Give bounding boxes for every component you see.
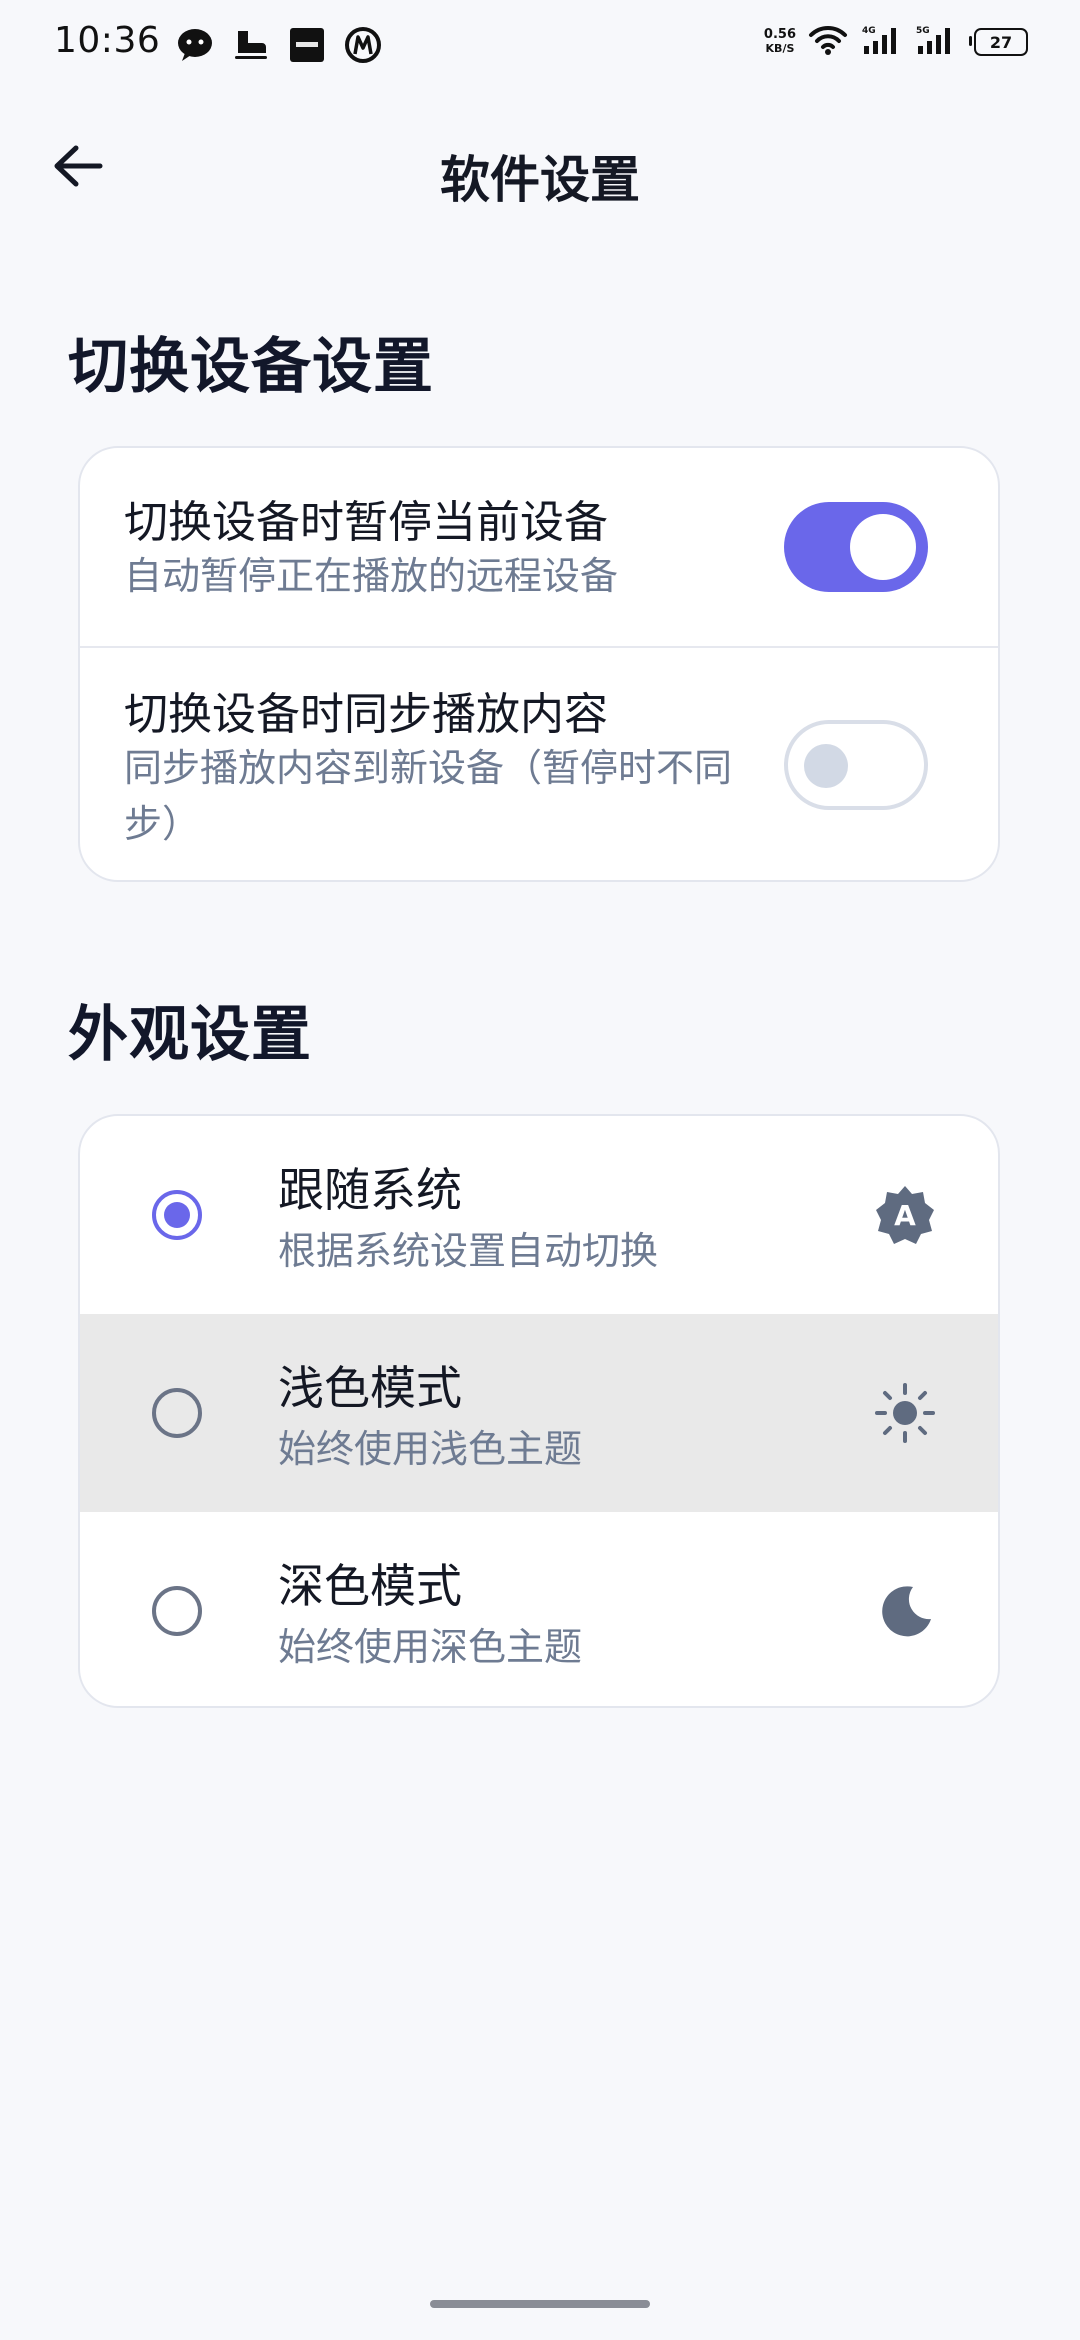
xiaohongshu-icon [288,26,326,64]
theme-option-dark[interactable]: 深色模式 始终使用深色主题 [80,1512,998,1706]
sync-on-switch-toggle[interactable] [784,720,928,810]
signal-5g-icon: 5G [914,24,956,60]
theme-option-desc: 根据系统设置自动切换 [278,1229,659,1273]
pause-on-switch-title: 切换设备时暂停当前设备 [124,497,608,548]
theme-option-light[interactable]: 浅色模式 始终使用浅色主题 [80,1314,998,1512]
svg-text:5G: 5G [916,26,930,36]
battery-indicator: 27 [969,28,1028,56]
signal-4g-icon: 4G [860,24,902,60]
toggle-knob [804,744,848,788]
skate-icon [232,26,270,64]
theme-option-title: 深色模式 [278,1559,462,1613]
device-section-title: 切换设备设置 [68,332,434,402]
svg-text:A: A [894,1199,916,1232]
network-speed: 0.56 KB/S [764,28,796,56]
moon-icon [872,1578,938,1644]
home-indicator[interactable] [430,2300,650,2308]
pause-on-switch-desc: 自动暂停正在播放的远程设备 [124,554,619,598]
theme-option-title: 跟随系统 [278,1163,462,1217]
status-time: 10:36 [54,20,161,61]
radio-button[interactable] [152,1586,202,1636]
svg-text:4G: 4G [862,26,876,36]
status-app-icons [176,26,382,64]
radio-button[interactable] [152,1388,202,1438]
appearance-section-title: 外观设置 [68,1000,312,1070]
theme-option-title: 浅色模式 [278,1361,462,1415]
pause-on-switch-toggle[interactable] [784,502,928,592]
status-bar: 10:36 0.56 KB/S 4G 5G 27 [0,0,1080,90]
page-title: 软件设置 [440,151,640,209]
battery-level: 27 [989,32,1013,52]
status-right: 0.56 KB/S 4G 5G 27 [764,24,1028,60]
theme-option-desc: 始终使用深色主题 [278,1625,583,1669]
sun-icon [872,1380,938,1446]
pause-on-switch-row[interactable]: 切换设备时暂停当前设备 自动暂停正在播放的远程设备 [80,448,998,648]
metro-icon [344,26,382,64]
device-settings-card: 切换设备时暂停当前设备 自动暂停正在播放的远程设备 切换设备时同步播放内容 同步… [78,446,1000,882]
auto-theme-icon: A [872,1182,938,1248]
toggle-knob [850,514,916,580]
appearance-card: 跟随系统 根据系统设置自动切换 A 浅色模式 始终使用浅色主题 深色模式 始终使… [78,1114,1000,1708]
network-speed-value: 0.56 [763,27,796,42]
radio-button-selected[interactable] [152,1190,202,1240]
wifi-icon [808,24,848,60]
sync-on-switch-title: 切换设备时同步播放内容 [124,689,608,740]
wechat-icon [176,26,214,64]
sync-on-switch-desc: 同步播放内容到新设备（暂停时不同步） [124,746,733,846]
sync-on-switch-row[interactable]: 切换设备时同步播放内容 同步播放内容到新设备（暂停时不同步） [80,648,998,880]
theme-option-system[interactable]: 跟随系统 根据系统设置自动切换 A [80,1116,998,1314]
network-speed-unit: KB/S [765,42,795,55]
theme-option-desc: 始终使用浅色主题 [278,1427,583,1471]
